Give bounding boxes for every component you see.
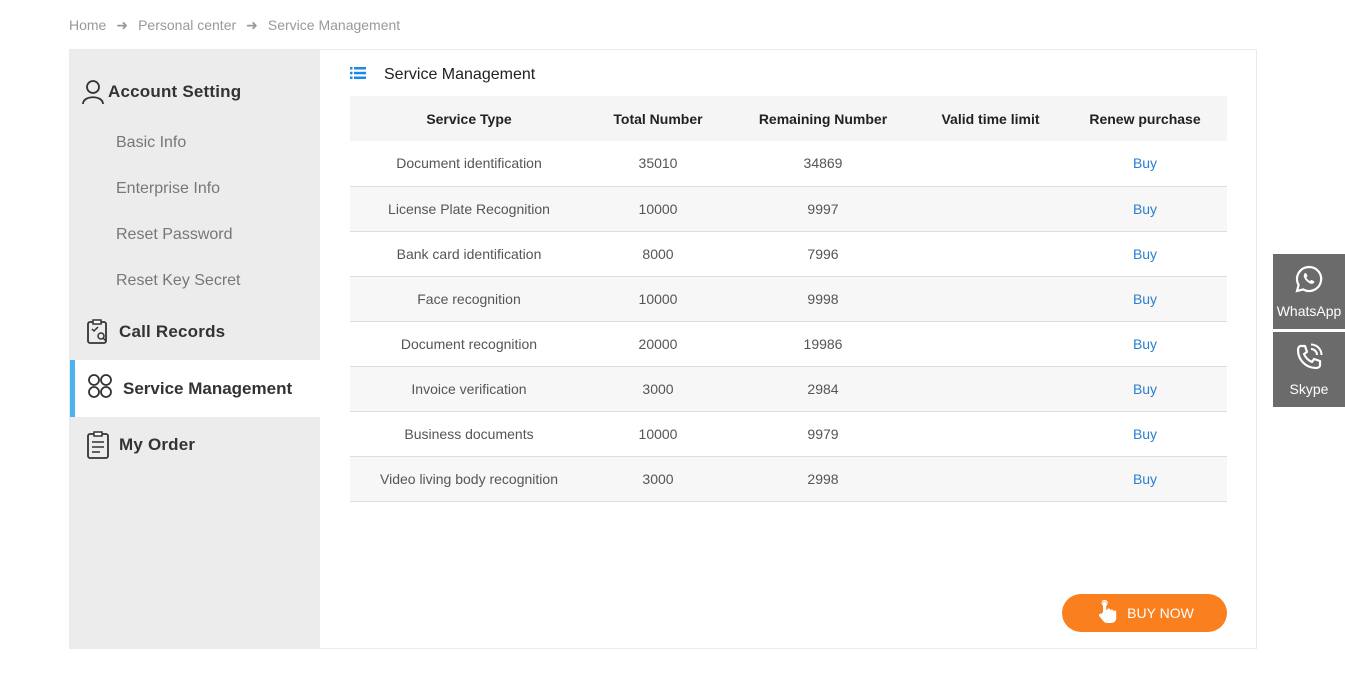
whatsapp-button[interactable]: WhatsApp bbox=[1273, 254, 1345, 329]
whatsapp-icon bbox=[1294, 264, 1324, 299]
table-row: Document recognition 20000 19986 Buy bbox=[350, 321, 1227, 366]
clipboard-search-icon bbox=[85, 319, 111, 345]
column-header-total-number: Total Number bbox=[613, 110, 703, 127]
service-type-cell: Face recognition bbox=[417, 290, 521, 307]
total-number-cell: 10000 bbox=[638, 290, 678, 307]
remaining-number-cell: 9998 bbox=[807, 290, 839, 307]
buy-now-button[interactable]: BUY NOW bbox=[1062, 594, 1227, 632]
buy-link[interactable]: Buy bbox=[1063, 411, 1227, 456]
order-list-icon bbox=[85, 431, 111, 459]
buy-link[interactable]: Buy bbox=[1063, 231, 1227, 276]
sidebar-item-label: Service Management bbox=[123, 378, 293, 398]
valid-time-limit-cell bbox=[918, 366, 1063, 411]
table-row: Invoice verification 3000 2984 Buy bbox=[350, 366, 1227, 411]
sidebar-subitem-reset-key-secret[interactable]: Reset Key Secret bbox=[116, 272, 241, 290]
page-title: Service Management bbox=[384, 66, 536, 83]
sidebar-subitem-enterprise-info[interactable]: Enterprise Info bbox=[116, 180, 220, 198]
breadcrumb-personal-center[interactable]: Personal center bbox=[138, 17, 236, 33]
service-type-cell: Video living body recognition bbox=[380, 470, 558, 487]
total-number-cell: 35010 bbox=[638, 155, 678, 172]
total-number-cell: 10000 bbox=[638, 425, 678, 442]
sidebar-item-label: My Order bbox=[119, 435, 196, 454]
valid-time-limit-cell bbox=[918, 141, 1063, 186]
remaining-number-cell: 2998 bbox=[807, 470, 839, 487]
table-row: Business documents 10000 9979 Buy bbox=[350, 411, 1227, 456]
service-type-cell: License Plate Recognition bbox=[388, 200, 550, 217]
sidebar: Account Setting Basic Info Enterprise In… bbox=[70, 50, 320, 648]
sidebar-item-service-management[interactable]: Service Management bbox=[70, 360, 320, 417]
breadcrumb-current: Service Management bbox=[267, 17, 401, 33]
service-type-cell: Invoice verification bbox=[411, 380, 527, 397]
sidebar-item-label: Account Setting bbox=[108, 82, 242, 101]
buy-link[interactable]: Buy bbox=[1063, 456, 1227, 501]
phone-icon bbox=[1294, 342, 1324, 377]
grid-services-icon bbox=[87, 373, 113, 404]
remaining-number-cell: 19986 bbox=[803, 335, 843, 352]
service-type-cell: Document identification bbox=[396, 155, 542, 172]
sidebar-subitem-reset-password[interactable]: Reset Password bbox=[116, 226, 233, 244]
column-header-valid-time-limit: Valid time limit bbox=[941, 110, 1040, 127]
buy-link[interactable]: Buy bbox=[1063, 276, 1227, 321]
remaining-number-cell: 34869 bbox=[803, 155, 843, 172]
total-number-cell: 20000 bbox=[638, 335, 678, 352]
buy-link[interactable]: Buy bbox=[1063, 366, 1227, 411]
table-row: Bank card identification 8000 7996 Buy bbox=[350, 231, 1227, 276]
service-type-cell: Document recognition bbox=[400, 335, 538, 352]
valid-time-limit-cell bbox=[918, 321, 1063, 366]
table-row: License Plate Recognition 10000 9997 Buy bbox=[350, 186, 1227, 231]
skype-label: Skype bbox=[1289, 381, 1329, 397]
list-icon bbox=[350, 66, 366, 85]
breadcrumb: Home ➜ Personal center ➜ Service Managem… bbox=[69, 16, 401, 34]
remaining-number-cell: 9997 bbox=[807, 200, 839, 217]
column-header-service-type: Service Type bbox=[426, 110, 512, 127]
sidebar-item-call-records[interactable]: Call Records bbox=[70, 319, 320, 345]
service-type-cell: Bank card identification bbox=[396, 245, 542, 262]
service-table: Service Type Total Number Remaining Numb… bbox=[350, 96, 1227, 502]
table-header-row: Service Type Total Number Remaining Numb… bbox=[350, 96, 1227, 141]
valid-time-limit-cell bbox=[918, 186, 1063, 231]
table-row: Face recognition 10000 9998 Buy bbox=[350, 276, 1227, 321]
user-icon bbox=[80, 79, 106, 105]
remaining-number-cell: 2984 bbox=[807, 380, 839, 397]
valid-time-limit-cell bbox=[918, 456, 1063, 501]
remaining-number-cell: 7996 bbox=[807, 245, 839, 262]
total-number-cell: 3000 bbox=[642, 470, 674, 487]
table-row: Video living body recognition 3000 2998 Buy bbox=[350, 456, 1227, 501]
breadcrumb-home[interactable]: Home bbox=[69, 17, 106, 33]
main-content: Service Management Service Type Total Nu… bbox=[350, 50, 1228, 648]
total-number-cell: 3000 bbox=[642, 380, 674, 397]
valid-time-limit-cell bbox=[918, 411, 1063, 456]
service-type-cell: Business documents bbox=[404, 425, 534, 442]
column-header-remaining-number: Remaining Number bbox=[758, 110, 888, 127]
buy-link[interactable]: Buy bbox=[1063, 141, 1227, 186]
total-number-cell: 10000 bbox=[638, 200, 678, 217]
buy-link[interactable]: Buy bbox=[1063, 186, 1227, 231]
whatsapp-label: WhatsApp bbox=[1276, 303, 1342, 319]
content-panel: Account Setting Basic Info Enterprise In… bbox=[69, 49, 1257, 649]
buy-now-label: BUY NOW bbox=[1127, 605, 1194, 621]
buy-link[interactable]: Buy bbox=[1063, 321, 1227, 366]
sidebar-subitem-basic-info[interactable]: Basic Info bbox=[116, 134, 186, 152]
total-number-cell: 8000 bbox=[642, 245, 674, 262]
breadcrumb-arrow-icon: ➜ bbox=[116, 16, 129, 33]
section-title: Service Management bbox=[350, 65, 535, 85]
table-row: Document identification 35010 34869 Buy bbox=[350, 141, 1227, 186]
skype-button[interactable]: Skype bbox=[1273, 332, 1345, 407]
valid-time-limit-cell bbox=[918, 231, 1063, 276]
remaining-number-cell: 9979 bbox=[807, 425, 839, 442]
column-header-renew-purchase: Renew purchase bbox=[1089, 110, 1201, 127]
hand-pointer-icon bbox=[1095, 599, 1117, 627]
sidebar-item-account-setting[interactable]: Account Setting bbox=[70, 79, 320, 105]
sidebar-item-my-order[interactable]: My Order bbox=[70, 431, 320, 459]
breadcrumb-arrow-icon: ➜ bbox=[246, 16, 258, 33]
sidebar-item-label: Call Records bbox=[119, 322, 226, 341]
valid-time-limit-cell bbox=[918, 276, 1063, 321]
